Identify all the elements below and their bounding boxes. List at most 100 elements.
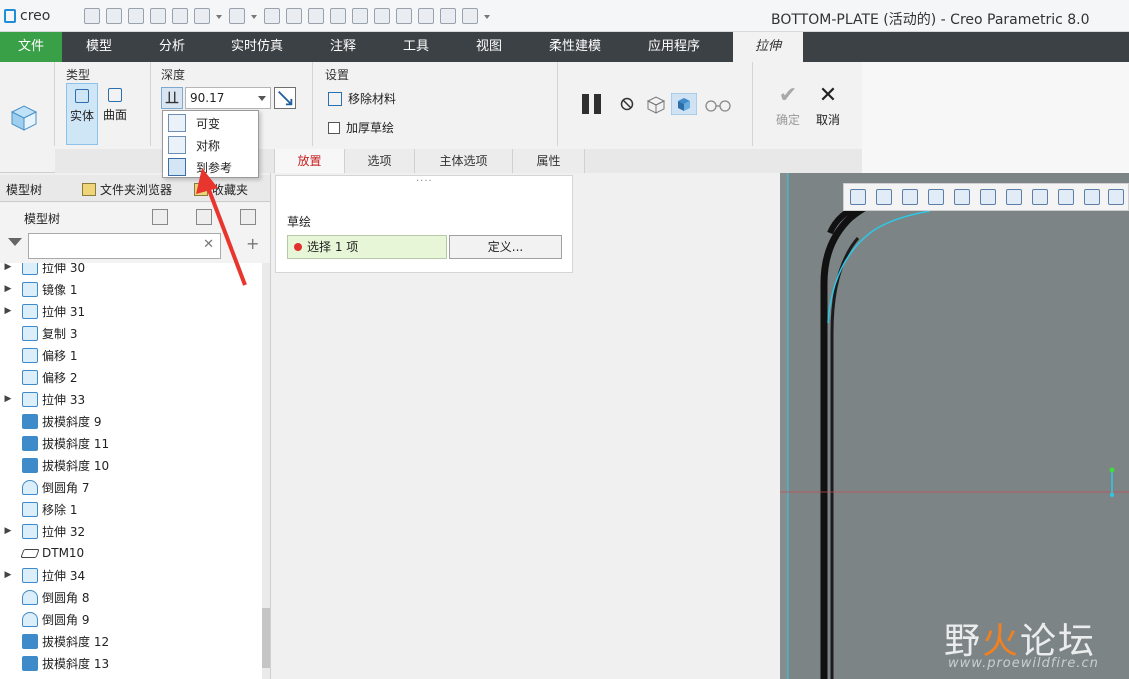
expand-arrow-icon[interactable]: ▶ [0, 263, 16, 272]
verify-glasses-icon[interactable] [703, 93, 733, 115]
expand-arrow-icon[interactable]: ▶ [0, 284, 16, 294]
annotation-display-icon[interactable] [1108, 189, 1124, 205]
expand-arrow-icon[interactable]: ▶ [0, 306, 16, 316]
flip-direction-icon[interactable] [274, 87, 296, 109]
close-icon: ✕ [818, 83, 838, 108]
tab-extrude[interactable]: 拉伸 [733, 32, 803, 62]
surface-type-button[interactable]: 曲面 [99, 83, 131, 145]
undo-dropdown-icon[interactable] [216, 8, 223, 24]
feature-preview-icon[interactable] [671, 93, 697, 115]
regenerate-icon[interactable] [264, 8, 280, 24]
tree-scrollbar-thumb[interactable] [262, 608, 270, 668]
view-manager-icon[interactable] [1032, 189, 1048, 205]
tree-row[interactable]: ▶ 拉伸 33 [0, 388, 262, 410]
tab-view[interactable]: 视图 [452, 32, 526, 62]
new-file-icon[interactable] [84, 8, 100, 24]
customize-qat-icon[interactable] [484, 8, 491, 24]
tree-row[interactable]: 拔模斜度 10 [0, 454, 262, 476]
tree-row[interactable]: ▶ 拉伸 32 [0, 520, 262, 542]
tree-row[interactable]: 拔模斜度 11 [0, 432, 262, 454]
window-icon[interactable] [418, 8, 434, 24]
subtab-placement[interactable]: 放置 [275, 149, 345, 173]
redo-dropdown-icon[interactable] [251, 8, 258, 24]
expand-arrow-icon[interactable]: ▶ [0, 394, 16, 404]
remove-material-toggle[interactable]: 移除材料 [328, 90, 396, 107]
layer-icon[interactable] [374, 8, 390, 24]
ok-button[interactable]: ✔ 确定 [773, 83, 803, 128]
menu-item-symmetric[interactable]: 对称 [163, 134, 258, 156]
subtab-properties[interactable]: 属性 [513, 149, 585, 173]
redo-icon[interactable] [229, 8, 245, 24]
thicken-sketch-checkbox[interactable] [328, 121, 340, 134]
tree-row-label: 偏移 2 [42, 370, 78, 385]
depth-value-combo[interactable]: 90.17 [185, 87, 271, 109]
tree-row[interactable]: 拔模斜度 12 [0, 630, 262, 652]
depth-blind-icon[interactable] [161, 87, 183, 109]
tree-row[interactable]: 拔模斜度 13 [0, 652, 262, 674]
panel-grip[interactable]: ···· [416, 176, 433, 187]
checkbox-icon[interactable] [440, 8, 456, 24]
view-icon[interactable] [308, 8, 324, 24]
thicken-sketch-toggle[interactable]: 加厚草绘 [328, 119, 394, 136]
solid-type-button[interactable]: 实体 [66, 83, 98, 145]
tree-row[interactable]: 复制 3 [0, 322, 262, 344]
tree-row[interactable]: 偏移 1 [0, 344, 262, 366]
tree-row[interactable]: 倒圆角 7 [0, 476, 262, 498]
expand-arrow-icon[interactable]: ▶ [0, 570, 16, 580]
perspective-icon[interactable] [954, 189, 970, 205]
tree-row[interactable]: 拔模斜度 9 [0, 410, 262, 432]
define-button[interactable]: 定义... [449, 235, 562, 259]
tree-row[interactable]: DTM10 [0, 542, 262, 564]
funnel-icon[interactable] [8, 238, 22, 246]
no-preview-icon[interactable] [618, 93, 636, 115]
graphics-window[interactable] [780, 173, 1129, 679]
subtab-options[interactable]: 选项 [345, 149, 415, 173]
chevron-down-icon[interactable] [258, 96, 266, 101]
tab-analysis[interactable]: 分析 [136, 32, 208, 62]
saved-orientation-icon[interactable] [352, 8, 368, 24]
tab-file[interactable]: 文件 [0, 32, 62, 62]
repaint-icon[interactable] [928, 189, 944, 205]
saved-orientations-icon[interactable] [1006, 189, 1022, 205]
datum-display-icon[interactable] [1084, 189, 1100, 205]
subtab-body-options[interactable]: 主体选项 [415, 149, 513, 173]
tree-row[interactable]: ▶ 拉伸 34 [0, 564, 262, 586]
undo-icon[interactable] [194, 8, 210, 24]
appearance-icon[interactable] [286, 8, 302, 24]
display-style-icon[interactable] [980, 189, 996, 205]
tree-row[interactable]: 倒圆角 9 [0, 608, 262, 630]
tab-model[interactable]: 模型 [62, 32, 136, 62]
geometry-preview-icon[interactable] [645, 93, 667, 115]
annotation-arrow [196, 168, 247, 286]
depth-variable-icon [168, 114, 186, 132]
tree-row[interactable]: 移除 1 [0, 498, 262, 520]
tree-row[interactable]: 偏移 2 [0, 366, 262, 388]
section-icon[interactable] [1058, 189, 1074, 205]
tab-live-simulation[interactable]: 实时仿真 [208, 32, 306, 62]
open-file-icon[interactable] [106, 8, 122, 24]
zoom-out-icon[interactable] [902, 189, 918, 205]
tab-applications[interactable]: 应用程序 [624, 32, 724, 62]
tab-flexible-modeling[interactable]: 柔性建模 [526, 32, 624, 62]
save-icon[interactable] [128, 8, 144, 24]
expand-arrow-icon[interactable]: ▶ [0, 526, 16, 536]
save-backup-icon[interactable] [172, 8, 188, 24]
close-window-icon[interactable] [462, 8, 478, 24]
refit-icon[interactable] [850, 189, 866, 205]
tab-folder-browser[interactable]: 文件夹浏览器 [82, 181, 172, 198]
save-copy-icon[interactable] [150, 8, 166, 24]
sketch-collector[interactable]: 选择 1 项 [287, 235, 447, 259]
tree-settings-icon[interactable] [152, 209, 168, 225]
cancel-button[interactable]: ✕ 取消 [813, 83, 843, 128]
tree-scrollbar[interactable] [262, 263, 270, 679]
tab-model-tree[interactable]: 模型树 [6, 181, 42, 454]
print-icon[interactable] [396, 8, 412, 24]
menu-item-variable[interactable]: 可变 [163, 112, 258, 134]
zoom-in-icon[interactable] [876, 189, 892, 205]
display-style-icon[interactable] [330, 8, 346, 24]
tree-row[interactable]: 倒圆角 8 [0, 586, 262, 608]
tree-row[interactable]: ▶ 拉伸 31 [0, 300, 262, 322]
tab-annotate[interactable]: 注释 [306, 32, 380, 62]
pause-icon[interactable] [579, 93, 605, 115]
tab-tools[interactable]: 工具 [380, 32, 452, 62]
